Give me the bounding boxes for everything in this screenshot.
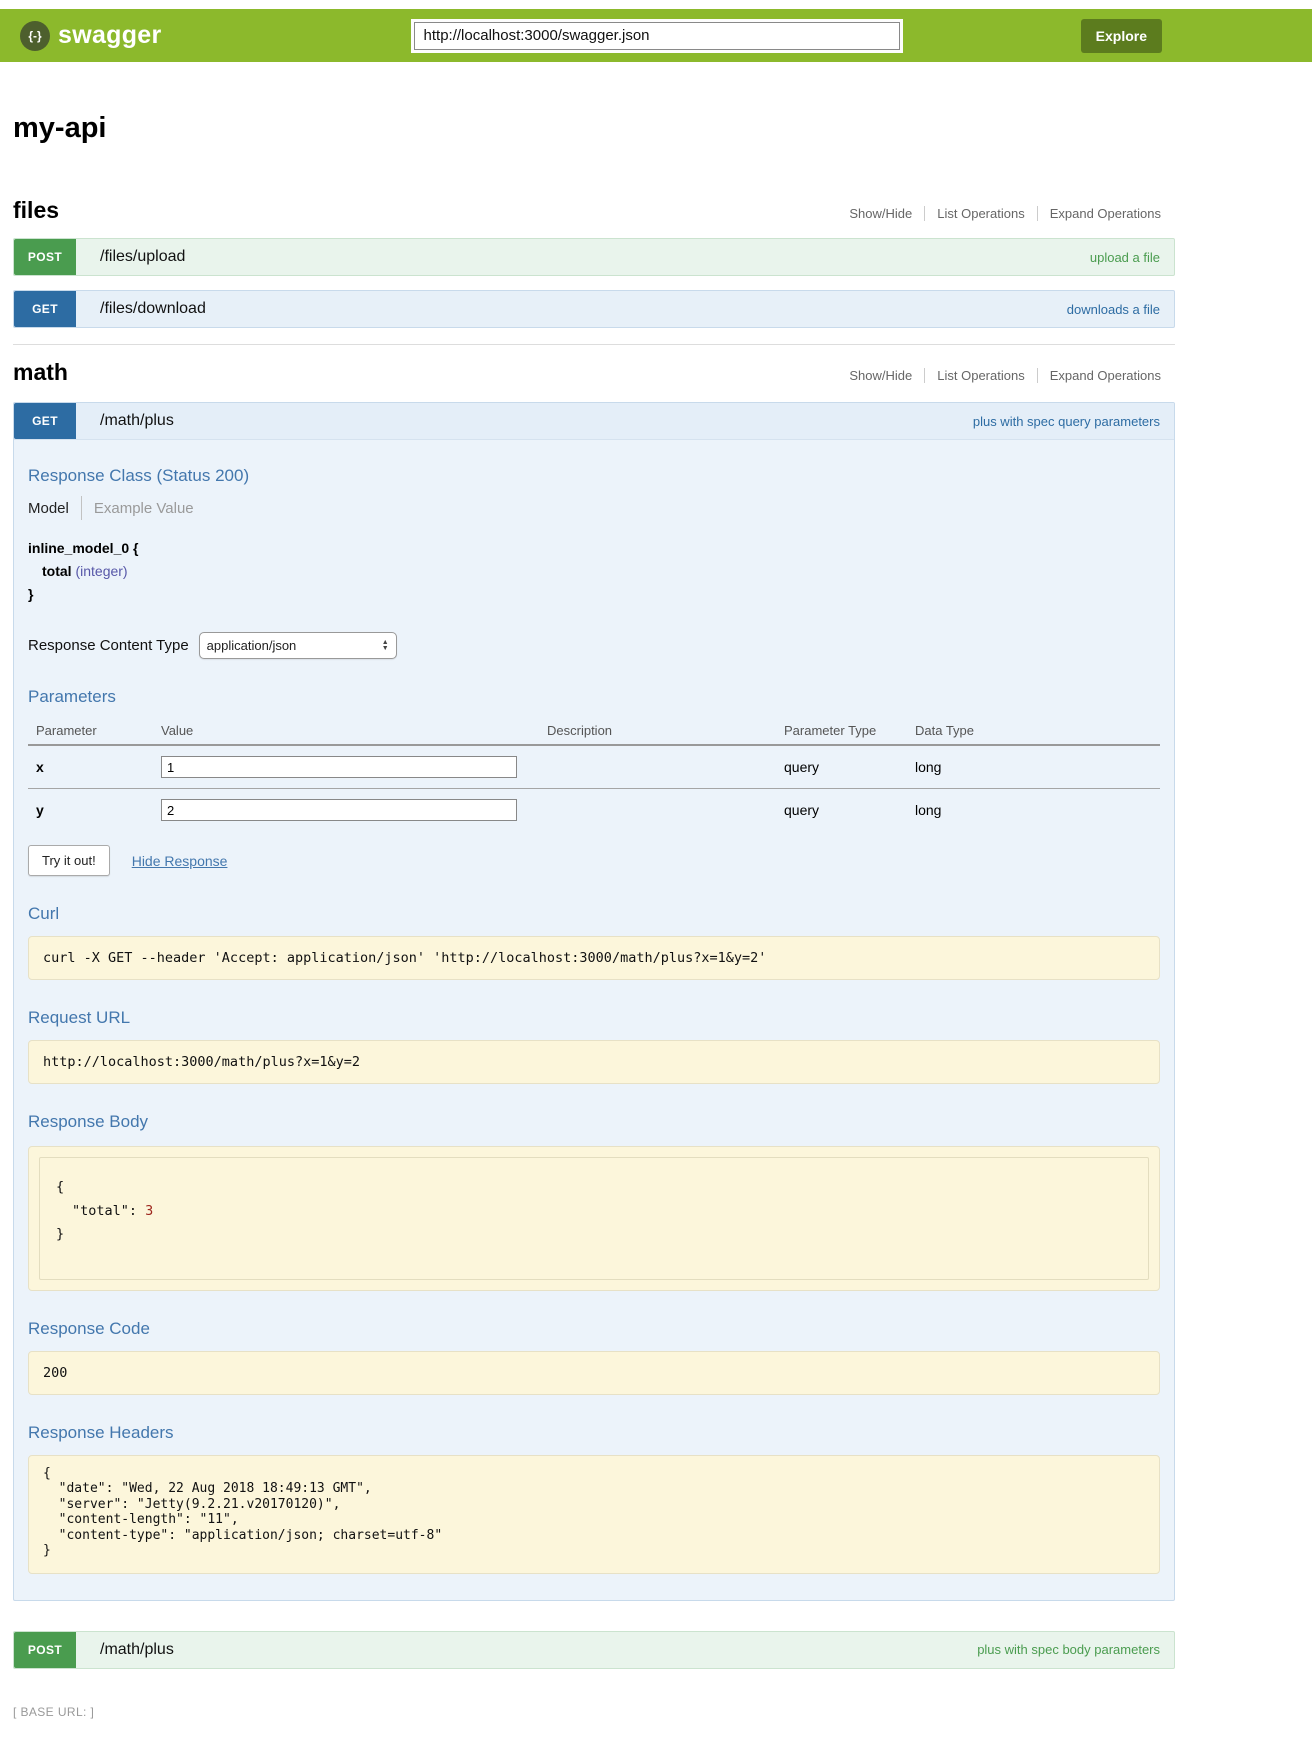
parameter-data-type: long [907,789,1160,832]
base-url-label: [ BASE URL: ] [13,1705,1175,1719]
response-content-type-row: Response Content Type application/json [28,632,1160,659]
selected-content-type: application/json [207,638,297,653]
response-class-heading: Response Class (Status 200) [28,466,1160,486]
operation-summary[interactable]: upload a file [1090,250,1160,265]
parameter-row-y: y query long [28,789,1160,832]
operation-summary[interactable]: plus with spec body parameters [977,1642,1160,1657]
resource-title-math[interactable]: math [13,359,68,386]
parameter-name: y [28,789,153,832]
method-badge-post: POST [14,1632,76,1668]
model-close: } [28,586,1160,602]
parameter-description [539,745,776,789]
try-it-out-button[interactable]: Try it out! [28,845,110,876]
resource-math-head: math Show/Hide List Operations Expand Op… [13,359,1175,386]
tab-separator [81,496,82,520]
response-headers-heading: Response Headers [28,1423,1160,1443]
method-badge-get: GET [14,291,76,327]
tab-example-value[interactable]: Example Value [94,500,194,517]
parameter-name: x [28,745,153,789]
response-content-type-label: Response Content Type [28,637,189,654]
parameters-header-row: Parameter Value Description Parameter Ty… [28,717,1160,745]
parameter-row-x: x query long [28,745,1160,789]
parameter-value-input-x[interactable] [161,756,517,778]
section-divider [13,344,1175,345]
operation-expanded-math-plus: GET /math/plus plus with spec query para… [13,402,1175,1601]
response-code-value: 200 [28,1351,1160,1395]
resource-files-controls: Show/Hide List Operations Expand Operati… [837,206,1161,221]
swagger-logo-text: swagger [58,21,162,50]
response-content-type-select[interactable]: application/json [199,632,397,659]
swagger-logo[interactable]: {-} swagger [20,21,162,51]
model-property-type: (integer) [75,563,127,579]
try-row: Try it out! Hide Response [28,845,1160,876]
response-body-json: { "total": 3 } [39,1157,1149,1280]
explore-button[interactable]: Explore [1081,19,1162,53]
show-hide-link[interactable]: Show/Hide [837,206,924,221]
resource-files-head: files Show/Hide List Operations Expand O… [13,197,1175,224]
parameter-type: query [776,745,907,789]
expand-operations-link[interactable]: Expand Operations [1037,206,1161,221]
curl-command: curl -X GET --header 'Accept: applicatio… [28,936,1160,980]
operation-path[interactable]: /math/plus [100,1641,174,1659]
response-headers-json: { "date": "Wed, 22 Aug 2018 18:49:13 GMT… [43,1466,1145,1559]
model-open: inline_model_0 { [28,540,1160,556]
col-data-type: Data Type [907,717,1160,745]
operation-summary[interactable]: plus with spec query parameters [973,414,1160,429]
operation-row-files-download[interactable]: GET /files/download downloads a file [13,290,1175,328]
operation-path[interactable]: /files/download [100,300,206,318]
parameter-type: query [776,789,907,832]
col-parameter-type: Parameter Type [776,717,907,745]
parameters-table: Parameter Value Description Parameter Ty… [28,717,1160,831]
model-signature: inline_model_0 { total (integer) } [28,540,1160,602]
page-title: my-api [13,112,1175,145]
request-url-heading: Request URL [28,1008,1160,1028]
select-arrows-icon [382,640,389,652]
resource-math-controls: Show/Hide List Operations Expand Operati… [837,368,1161,383]
list-operations-link[interactable]: List Operations [924,368,1036,383]
swagger-logo-icon: {-} [20,21,50,51]
resource-files: files Show/Hide List Operations Expand O… [13,197,1175,328]
operation-row-math-plus-post[interactable]: POST /math/plus plus with spec body para… [13,1631,1175,1669]
operation-detail: Response Class (Status 200) Model Exampl… [14,466,1174,1600]
resource-math: math Show/Hide List Operations Expand Op… [13,359,1175,1669]
parameter-data-type: long [907,745,1160,789]
operation-summary[interactable]: downloads a file [1067,302,1160,317]
json-open-brace: { [56,1176,1132,1200]
list-operations-link[interactable]: List Operations [924,206,1036,221]
response-body-box: { "total": 3 } [28,1146,1160,1291]
model-property: total (integer) [42,563,1160,579]
topbar: {-} swagger Explore [0,9,1312,62]
parameter-value-input-y[interactable] [161,799,517,821]
response-body-heading: Response Body [28,1112,1160,1132]
method-badge-get: GET [14,403,76,439]
model-tabs: Model Example Value [28,496,1160,520]
main-content: my-api files Show/Hide List Operations E… [13,112,1175,1719]
tab-model[interactable]: Model [28,500,69,517]
method-badge-post: POST [14,239,76,275]
spec-url-input[interactable] [414,22,900,50]
parameters-heading: Parameters [28,687,1160,707]
resource-title-files[interactable]: files [13,197,59,224]
operation-row-math-plus-get[interactable]: GET /math/plus plus with spec query para… [14,403,1174,440]
curl-heading: Curl [28,904,1160,924]
operation-row-files-upload[interactable]: POST /files/upload upload a file [13,238,1175,276]
operation-path[interactable]: /files/upload [100,248,185,266]
response-code-heading: Response Code [28,1319,1160,1339]
request-url-value: http://localhost:3000/math/plus?x=1&y=2 [28,1040,1160,1084]
col-description: Description [539,717,776,745]
parameter-description [539,789,776,832]
col-parameter: Parameter [28,717,153,745]
json-total-line: "total": 3 [56,1200,1132,1224]
col-value: Value [153,717,539,745]
response-headers-box: { "date": "Wed, 22 Aug 2018 18:49:13 GMT… [28,1455,1160,1574]
json-close-brace: } [56,1223,1132,1247]
operation-path[interactable]: /math/plus [100,412,174,430]
model-property-name: total [42,563,72,579]
show-hide-link[interactable]: Show/Hide [837,368,924,383]
hide-response-link[interactable]: Hide Response [132,853,228,869]
expand-operations-link[interactable]: Expand Operations [1037,368,1161,383]
